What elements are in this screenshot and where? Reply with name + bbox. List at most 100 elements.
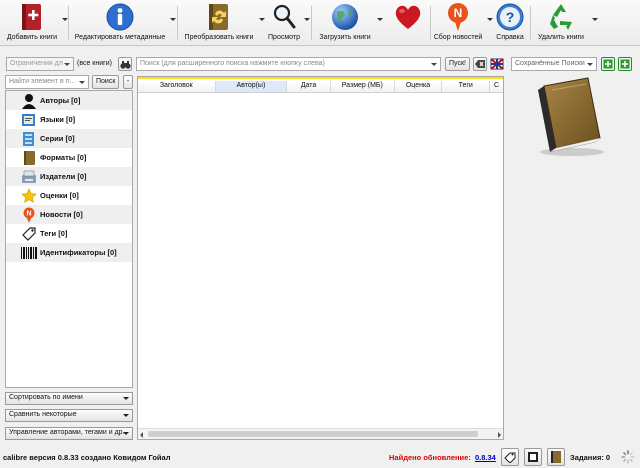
column-title[interactable]: Заголовок [138,81,216,92]
find-item-input[interactable]: Найти элемент в п... [5,75,89,89]
restriction-combo[interactable]: Ограничения дл [6,57,74,71]
column-series[interactable]: С [490,81,503,92]
edit-metadata-dropdown-arrow[interactable] [170,18,176,21]
search-input[interactable]: Поиск (для расширенного поиска нажмите к… [136,57,441,71]
toolbar-separator [177,6,178,40]
chevron-down-icon [79,81,85,84]
toolbar-separator [68,6,69,40]
book-list[interactable]: Заголовок Автор(ы) Дата Размер (МБ) Оцен… [137,76,504,440]
manage-combo[interactable]: Управление авторами, тегами и др. [5,427,133,440]
jobs-spinner-icon [621,450,635,464]
view-button[interactable]: Просмотр [265,2,303,46]
authors-icon [20,93,38,109]
fetch-news-button[interactable]: N Сбор новостей [431,2,485,46]
copy-search-icon[interactable] [490,57,504,71]
recycle-icon [546,2,576,32]
fetch-news-dropdown-arrow[interactable] [487,18,493,21]
get-books-dropdown-arrow[interactable] [377,18,383,21]
chevron-down-icon [587,63,593,66]
all-books-label: (все книги) [77,60,112,67]
restriction-text: Ограничения дл [10,60,63,67]
saved-searches-text: Сохранённые Поиски [515,60,585,67]
chevron-down-icon [123,414,129,417]
match-combo[interactable]: Сравнить некоторые [5,409,133,422]
tag-browser: Авторы [0] Языки [0] Серии [0] Форматы [… [5,90,133,388]
chevron-down-icon [64,63,70,66]
help-icon: ? [495,2,525,32]
collapse-button[interactable]: - [123,75,133,89]
edit-metadata-button[interactable]: Редактировать метаданные [72,2,168,46]
remove-books-dropdown-arrow[interactable] [592,18,598,21]
convert-books-button[interactable]: Преобразовать книги [181,2,257,46]
category-tags[interactable]: Теги [0] [6,224,132,243]
version-text: calibre версия 0.8.33 создано Ковидом Го… [3,453,171,462]
saved-searches-combo[interactable]: Сохранённые Поиски [511,57,597,71]
remove-books-button[interactable]: Удалить книги [534,2,588,46]
save-search-icon [603,59,613,69]
search-placeholder: Поиск (для расширенного поиска нажмите к… [140,60,325,67]
horizontal-scrollbar[interactable] [138,428,503,439]
chevron-down-icon [123,432,129,435]
update-label: Найдено обновление: [389,453,471,462]
category-ratings[interactable]: Оценки [0] [6,186,132,205]
search-go-button[interactable]: Пуск! [445,57,470,71]
jobs-label[interactable]: Задания: 0 [570,453,610,462]
book-cover-icon [538,77,604,156]
svg-text:?: ? [506,9,515,25]
help-button[interactable]: ? Справка [494,2,526,46]
scrollbar-thumb[interactable] [148,431,478,437]
magnifier-icon [269,2,299,32]
match-text: Сравнить некоторые [9,411,77,418]
column-date[interactable]: Дата [287,81,331,92]
get-books-label: Загрузить книги [319,34,371,41]
category-languages[interactable]: Языки [0] [6,110,132,129]
view-dropdown-arrow[interactable] [304,18,310,21]
category-news[interactable]: N Новости [0] [6,205,132,224]
add-books-button[interactable]: Добавить книги [4,2,60,46]
category-series[interactable]: Серии [0] [6,129,132,148]
save-search-button[interactable] [601,57,615,71]
delete-search-button[interactable] [618,57,632,71]
category-formats[interactable]: Форматы [0] [6,148,132,167]
update-version-link[interactable]: 0.8.34 [475,453,496,462]
news-icon: N [443,2,473,32]
add-books-label: Добавить книги [6,34,58,41]
add-book-icon [17,2,47,32]
binoculars-icon [119,60,131,69]
sort-by-combo[interactable]: Сортировать по имени [5,392,133,405]
category-publishers[interactable]: Издатели [0] [6,167,132,186]
donate-button[interactable] [388,2,428,46]
main-toolbar: Добавить книги Редактировать метаданные … [0,0,640,46]
book-details-icon [551,451,561,463]
column-rating[interactable]: Оценка [395,81,443,92]
cover-grid-toggle[interactable] [524,448,542,466]
column-authors[interactable]: Автор(ы) [215,81,288,92]
edit-metadata-label: Редактировать метаданные [74,34,166,41]
get-books-button[interactable]: Загрузить книги [315,2,375,46]
formats-icon [20,150,38,166]
advanced-search-button[interactable] [118,57,132,71]
view-label: Просмотр [268,34,300,41]
category-label: Теги [0] [40,229,68,238]
svg-text:N: N [454,6,463,20]
column-size[interactable]: Размер (МБ) [331,81,395,92]
column-tags[interactable]: Теги [442,81,491,92]
plus-icon [620,59,630,69]
remove-books-label: Удалить книги [538,34,584,41]
search-highlight-bar [138,77,503,79]
book-details-toggle[interactable] [547,448,565,466]
category-identifiers[interactable]: Идентификаторы [0] [6,243,132,262]
series-icon [20,131,38,147]
scroll-left-icon[interactable] [140,432,143,438]
category-label: Идентификаторы [0] [40,248,117,257]
find-item-button[interactable]: Поиск [92,75,120,89]
barcode-icon [20,245,38,261]
find-item-placeholder: Найти элемент в п... [9,78,76,85]
clear-search-button[interactable] [473,57,487,71]
scroll-right-icon[interactable] [498,432,501,438]
book-list-header: Заголовок Автор(ы) Дата Размер (МБ) Оцен… [138,81,503,93]
cover-preview[interactable] [530,74,610,158]
toolbar-separator [530,6,531,40]
tag-browser-toggle[interactable] [501,448,519,466]
category-authors[interactable]: Авторы [0] [6,91,132,110]
